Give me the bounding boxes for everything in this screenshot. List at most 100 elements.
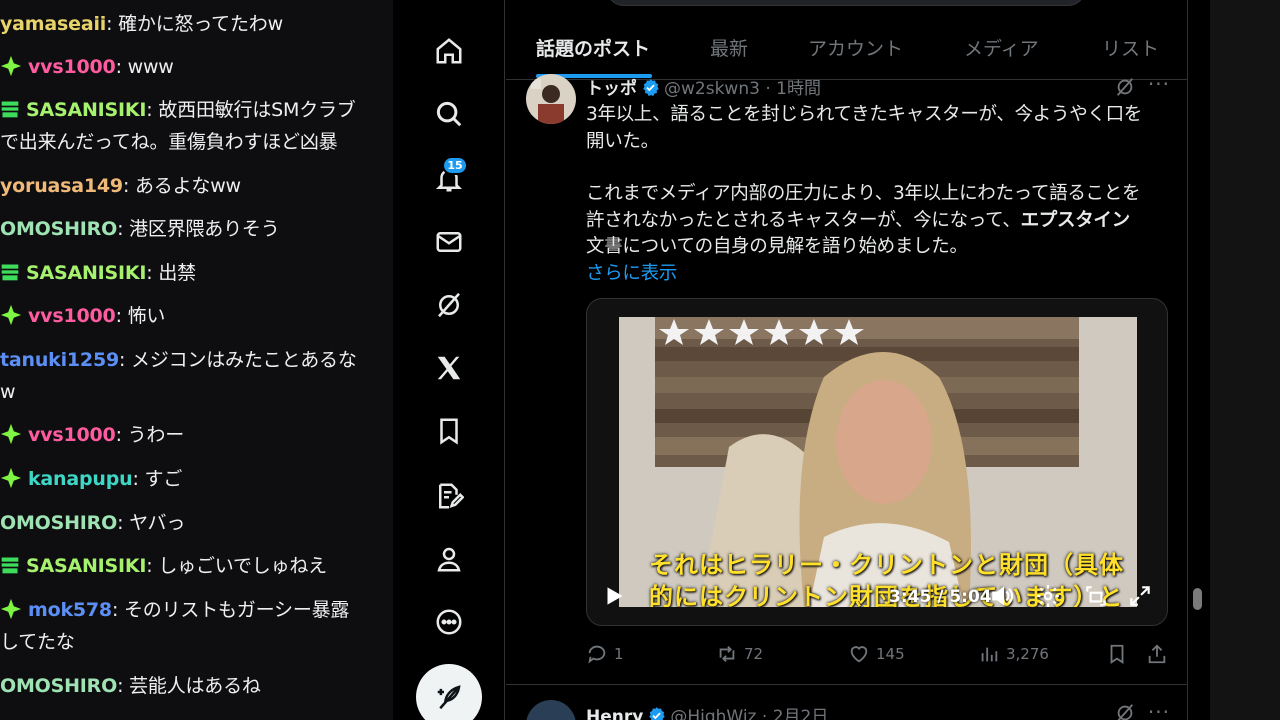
chat-text: 出禁 (158, 262, 196, 284)
post-text-line: 開いた。 (586, 130, 659, 152)
show-more-link[interactable]: さらに表示 (586, 261, 1166, 288)
chat-message: SASANISIKI: しゅごいでしゅねえ (0, 550, 390, 582)
chat-username[interactable]: yoruasa149 (0, 175, 123, 197)
search-bar[interactable] (606, 0, 1086, 6)
chat-message: vvs1000: うわー (0, 419, 390, 451)
avatar[interactable] (526, 700, 576, 720)
chat-username[interactable]: SASANISIKI (26, 262, 146, 284)
chat-colon: : (117, 675, 130, 697)
picture-in-picture-icon[interactable] (1083, 583, 1109, 609)
chat-text: そのリストもガーシー暴露 (124, 599, 350, 621)
views-button[interactable]: 3,276 (978, 643, 1049, 665)
chat-username[interactable]: yamaseaii (0, 13, 106, 35)
chat-text: ヤバっ (129, 512, 186, 534)
play-icon[interactable] (601, 583, 627, 609)
grok-icon[interactable] (428, 284, 470, 326)
chat-text-continued: してたな (0, 631, 75, 653)
chat-text-continued: で出来んだってね。重傷負わすほど凶暴 (0, 131, 338, 153)
diamond-badge-icon (0, 55, 22, 76)
bookmark-icon[interactable] (1106, 643, 1128, 665)
author-name[interactable]: Henry (586, 707, 643, 720)
volume-icon[interactable] (989, 583, 1015, 609)
chat-text: 怖い (127, 305, 166, 327)
chat-username[interactable]: vvs1000 (28, 305, 116, 327)
lists-icon[interactable] (428, 475, 470, 517)
chat-colon: : (117, 512, 130, 534)
grok-explain-icon[interactable] (1114, 702, 1136, 720)
grok-explain-icon[interactable] (1114, 76, 1136, 98)
chat-username[interactable]: vvs1000 (28, 56, 116, 78)
tab-latest[interactable]: 最新 (710, 34, 748, 61)
video-frame: それはヒラリー・クリントンと財団（具体 的にはクリントン財団を指しています）と (619, 317, 1137, 607)
post-time[interactable]: 2月2日 (773, 707, 829, 720)
fullscreen-icon[interactable] (1127, 583, 1153, 609)
bookmarks-icon[interactable] (428, 410, 470, 452)
author-name[interactable]: トッポ (586, 79, 637, 99)
view-count: 3,276 (1006, 645, 1049, 663)
author-handle[interactable]: @w2skwn3 (664, 79, 760, 99)
timeline: 話題のポスト 最新 アカウント メディア リスト トッポ @w2skwn3 · 1… (506, 0, 1188, 720)
tab-top-posts[interactable]: 話題のポスト (536, 34, 650, 61)
chat-username[interactable]: OMOSHIRO (0, 218, 117, 240)
chat-text: 確かに怒ってたわw (118, 13, 283, 35)
chat-username[interactable]: SASANISIKI (26, 99, 146, 121)
chat-username[interactable]: SASANISIKI (26, 555, 146, 577)
diamond-badge-icon (0, 598, 22, 619)
video-player[interactable]: それはヒラリー・クリントンと財団（具体 的にはクリントン財団を指しています）と … (586, 298, 1168, 626)
avatar[interactable] (526, 74, 576, 124)
more-icon[interactable] (428, 601, 470, 643)
chat-colon: : (119, 349, 132, 371)
repost-button[interactable]: 72 (716, 643, 763, 665)
right-sidebar-area (1210, 0, 1280, 720)
chat-text: しゅごいでしゅねえ (158, 555, 327, 577)
more-options-icon[interactable]: ··· (1148, 700, 1170, 720)
video-controls: 3:45 / 5:04 (587, 569, 1167, 625)
tweet[interactable]: Henry @HighWiz · 2月2日 ··· (506, 700, 1187, 720)
chat-text: すご (144, 468, 183, 490)
settings-icon[interactable] (1035, 583, 1061, 609)
chat-username[interactable]: kanapupu (28, 468, 133, 490)
chat-username[interactable]: OMOSHIRO (0, 675, 117, 697)
chat-message: SASANISIKI: 出禁 (0, 257, 390, 289)
author-handle[interactable]: @HighWiz (670, 707, 756, 720)
chat-colon: : (106, 13, 119, 35)
share-icon[interactable] (1146, 643, 1168, 665)
chat-message: mok578: そのリストもガーシー暴露 してたな (0, 594, 390, 658)
scrollbar-thumb[interactable] (1193, 588, 1202, 610)
post-text-line: 3年以上、語ることを封じられてきたキャスターが、今ようやく口を (586, 104, 1142, 125)
like-button[interactable]: 145 (848, 643, 905, 665)
chat-colon: : (115, 424, 128, 446)
gift-badge-icon (1, 557, 19, 573)
chat-colon: : (122, 175, 135, 197)
home-icon[interactable] (428, 30, 470, 72)
views-icon (981, 647, 998, 662)
search-icon[interactable] (428, 93, 470, 135)
chat-colon: : (132, 468, 145, 490)
compose-post-button[interactable] (416, 664, 482, 720)
reply-button[interactable]: 1 (586, 643, 624, 665)
chat-text-continued: w (0, 381, 16, 403)
chat-colon: : (146, 99, 159, 121)
post-text-segment: 許されなかったとされるキャスターが、今になって、 (586, 209, 1021, 231)
chat-username[interactable]: OMOSHIRO (0, 512, 117, 534)
nav-rail: 15 (393, 0, 505, 720)
timeline-tabs: 話題のポスト 最新 アカウント メディア リスト (506, 14, 1187, 80)
chat-username[interactable]: tanuki1259 (0, 349, 119, 371)
tab-media[interactable]: メディア (964, 34, 1039, 61)
x-premium-icon[interactable] (428, 347, 470, 389)
chat-message: kanapupu: すご (0, 463, 390, 495)
chat-panel: yamaseaii: 確かに怒ってたわw vvs1000: www SASANISI… (0, 0, 393, 720)
chat-username[interactable]: vvs1000 (28, 424, 116, 446)
chat-username[interactable]: mok578 (28, 599, 112, 621)
chat-message: vvs1000: 怖い (0, 300, 390, 332)
tab-lists[interactable]: リスト (1102, 34, 1159, 61)
post-time[interactable]: 1時間 (776, 79, 821, 99)
profile-icon[interactable] (428, 538, 470, 580)
chat-text: 港区界隈ありそう (129, 218, 280, 240)
messages-icon[interactable] (428, 221, 470, 263)
scrollbar[interactable] (1188, 0, 1210, 720)
more-options-icon[interactable]: ··· (1148, 72, 1170, 96)
chat-text: 芸能人はあるね (129, 675, 261, 697)
tab-accounts[interactable]: アカウント (808, 34, 903, 61)
reply-icon (588, 645, 606, 664)
